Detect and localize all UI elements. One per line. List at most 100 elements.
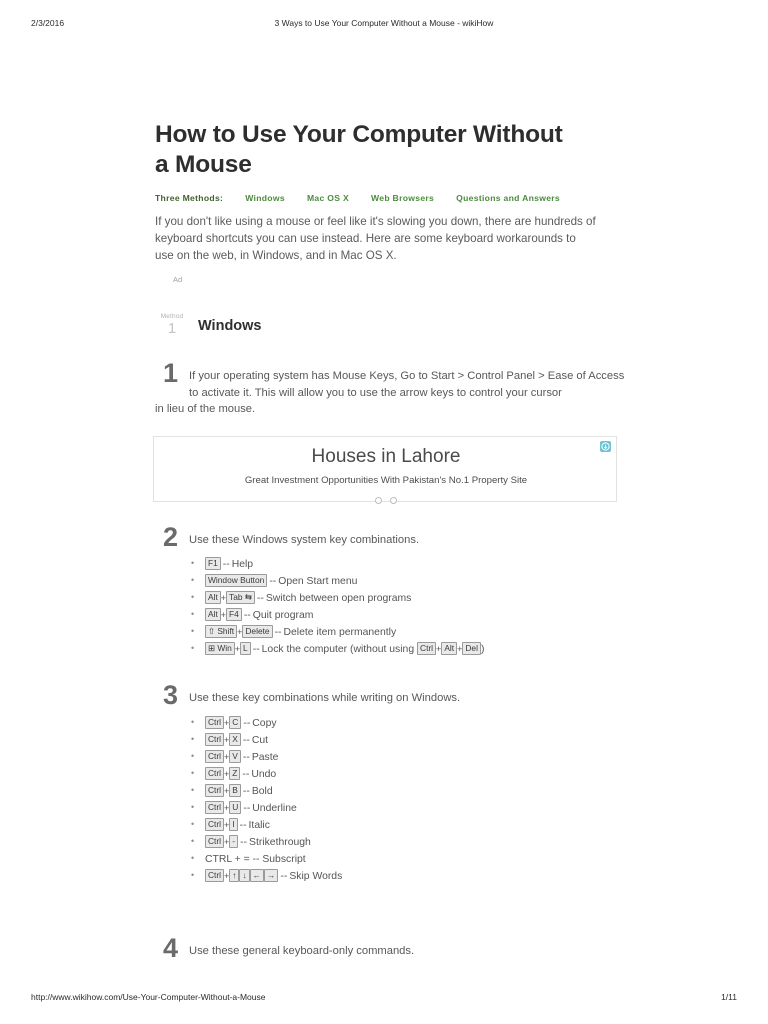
list-item: Ctrl+X--Cut: [189, 731, 625, 749]
method-title: Windows: [198, 318, 262, 335]
separator: --: [240, 836, 248, 848]
method-link-web-browsers[interactable]: Web Browsers: [371, 193, 434, 203]
key-cap: B: [229, 783, 241, 797]
key-cap: Ctrl: [417, 642, 437, 656]
step-body: Use these key combinations while writing…: [155, 690, 625, 885]
key-cap: Ctrl: [205, 834, 225, 848]
key-cap: F4: [226, 608, 242, 622]
step-number: 1: [163, 358, 179, 389]
three-methods-nav: Three Methods: Windows Mac OS X Web Browser…: [155, 193, 625, 203]
key-cap: -: [229, 834, 239, 848]
shortcut-description: Switch between open programs: [265, 593, 412, 605]
list-item: Window Button--Open Start menu: [189, 572, 625, 590]
step-text: Use these key combinations while writing…: [189, 692, 461, 705]
key-cap: Ctrl: [205, 766, 225, 780]
ad-carousel-dots[interactable]: [154, 491, 618, 509]
list-item: Ctrl+I--Italic: [189, 816, 625, 834]
shortcut-description: Cut: [251, 734, 268, 746]
list-item: ⇧ Shift+Delete--Delete item permanently: [189, 623, 625, 641]
list-item: CTRL + = -- Subscript: [189, 850, 625, 868]
print-footer: http://www.wikihow.com/Use-Your-Computer…: [0, 992, 768, 1006]
shortcut-plain-text: CTRL + = -- Subscript: [205, 853, 306, 865]
shortcut-description: Copy: [252, 717, 277, 729]
separator: --: [242, 785, 250, 797]
list-item: ⊞ Win+L--Lock the computer (without usin…: [189, 640, 625, 658]
shortcut-description: Undo: [251, 768, 277, 780]
list-item: Ctrl+C--Copy: [189, 714, 625, 732]
separator: --: [243, 802, 251, 814]
key-cap: ⊞ Win: [205, 642, 235, 656]
key-cap: Ctrl: [205, 868, 225, 882]
separator: --: [274, 627, 282, 639]
key-cap-arrow-down: ↓: [239, 868, 250, 882]
key-cap: U: [229, 800, 242, 814]
step-body: Use these Windows system key combination…: [155, 532, 625, 659]
key-cap: Ctrl: [205, 783, 225, 797]
key-cap: L: [240, 642, 251, 656]
separator: --: [280, 870, 288, 882]
key-cap: Alt: [205, 591, 221, 605]
key-cap: Delete: [242, 625, 273, 639]
key-cap: Ctrl: [205, 715, 225, 729]
page-title: How to Use Your Computer Without a Mouse: [155, 121, 563, 178]
step-text: Use these general keyboard-only commands…: [189, 944, 415, 957]
key-cap: Z: [229, 766, 241, 780]
print-header: 2/3/2016 3 Ways to Use Your Computer Wit…: [0, 18, 768, 32]
key-cap: ⇧ Shift: [205, 625, 238, 639]
ad-carousel-dot[interactable]: [390, 496, 397, 504]
step-text: If your operating system has Mouse Keys,…: [189, 370, 625, 399]
list-item: Ctrl+↑↓←→--Skip Words: [189, 867, 625, 885]
list-item: Ctrl+---Strikethrough: [189, 833, 625, 851]
key-cap: Window Button: [205, 574, 268, 588]
adchoices-info-icon[interactable]: [600, 440, 611, 452]
step-text: Use these Windows system key combination…: [189, 533, 420, 546]
ad-subtext: Great Investment Opportunities With Paki…: [244, 474, 528, 486]
ad-carousel-dot[interactable]: [375, 496, 382, 504]
shortcut-description: Bold: [251, 785, 273, 797]
step-1: 1 If your operating system has Mouse Key…: [153, 360, 625, 504]
print-source-url: http://www.wikihow.com/Use-Your-Computer…: [31, 992, 266, 1002]
shortcut-description: Italic: [248, 819, 270, 831]
print-page-number: 1/11: [721, 992, 737, 1002]
method-badge: Method 1: [155, 313, 189, 336]
shortcut-description: Quit program: [252, 610, 314, 622]
key-cap-arrow-up: ↑: [229, 868, 240, 882]
shortcut-description: Open Start menu: [278, 576, 358, 588]
method-link-questions-and-answers[interactable]: Questions and Answers: [456, 193, 560, 203]
key-cap: Alt: [205, 608, 221, 622]
step-number: 3: [163, 680, 179, 711]
list-item: Alt+Tab ⇆--Switch between open programs: [189, 589, 625, 607]
advertisement-box[interactable]: Houses in Lahore Great Investment Opport…: [153, 435, 618, 504]
key-cap: Tab ⇆: [226, 591, 255, 605]
key-cap: V: [229, 749, 241, 763]
shortcut-description: Underline: [252, 802, 297, 814]
key-cap: F1: [205, 557, 221, 571]
method-link-mac-os-x[interactable]: Mac OS X: [307, 193, 349, 203]
method-link-windows[interactable]: Windows: [245, 193, 285, 203]
shortcut-description-end: ): [480, 644, 485, 656]
separator: --: [242, 751, 250, 763]
key-cap: C: [229, 715, 242, 729]
article-intro: If you don't like using a mouse or feel …: [155, 215, 596, 262]
step-number: 4: [163, 932, 179, 963]
separator: --: [256, 593, 264, 605]
step-4: 4 Use these general keyboard-only comman…: [155, 934, 625, 961]
shortcut-description: Paste: [251, 751, 279, 763]
step-number: 2: [163, 521, 179, 552]
list-item: Ctrl+B--Bold: [189, 782, 625, 800]
shortcut-description: Delete item permanently: [283, 627, 397, 639]
shortcut-list-writing: Ctrl+C--Copy Ctrl+X--Cut Ctrl+V--Paste C…: [189, 714, 625, 885]
key-cap: Ctrl: [205, 732, 225, 746]
shortcut-description: Strikethrough: [249, 836, 311, 848]
step-body: If your operating system has Mouse Keys,…: [155, 368, 625, 418]
key-cap: Del: [462, 642, 481, 656]
step-text-continued: in lieu of the mouse.: [155, 403, 256, 416]
step-3: 3 Use these key combinations while writi…: [155, 682, 625, 885]
step-2: 2 Use these Windows system key combinati…: [155, 523, 625, 659]
shortcut-description: Lock the computer (without using: [261, 644, 415, 656]
separator: --: [222, 559, 230, 571]
ad-headline[interactable]: Houses in Lahore: [154, 446, 618, 468]
three-methods-label: Three Methods:: [155, 193, 224, 203]
key-cap: Alt: [441, 642, 458, 656]
shortcut-description: Skip Words: [289, 870, 343, 882]
